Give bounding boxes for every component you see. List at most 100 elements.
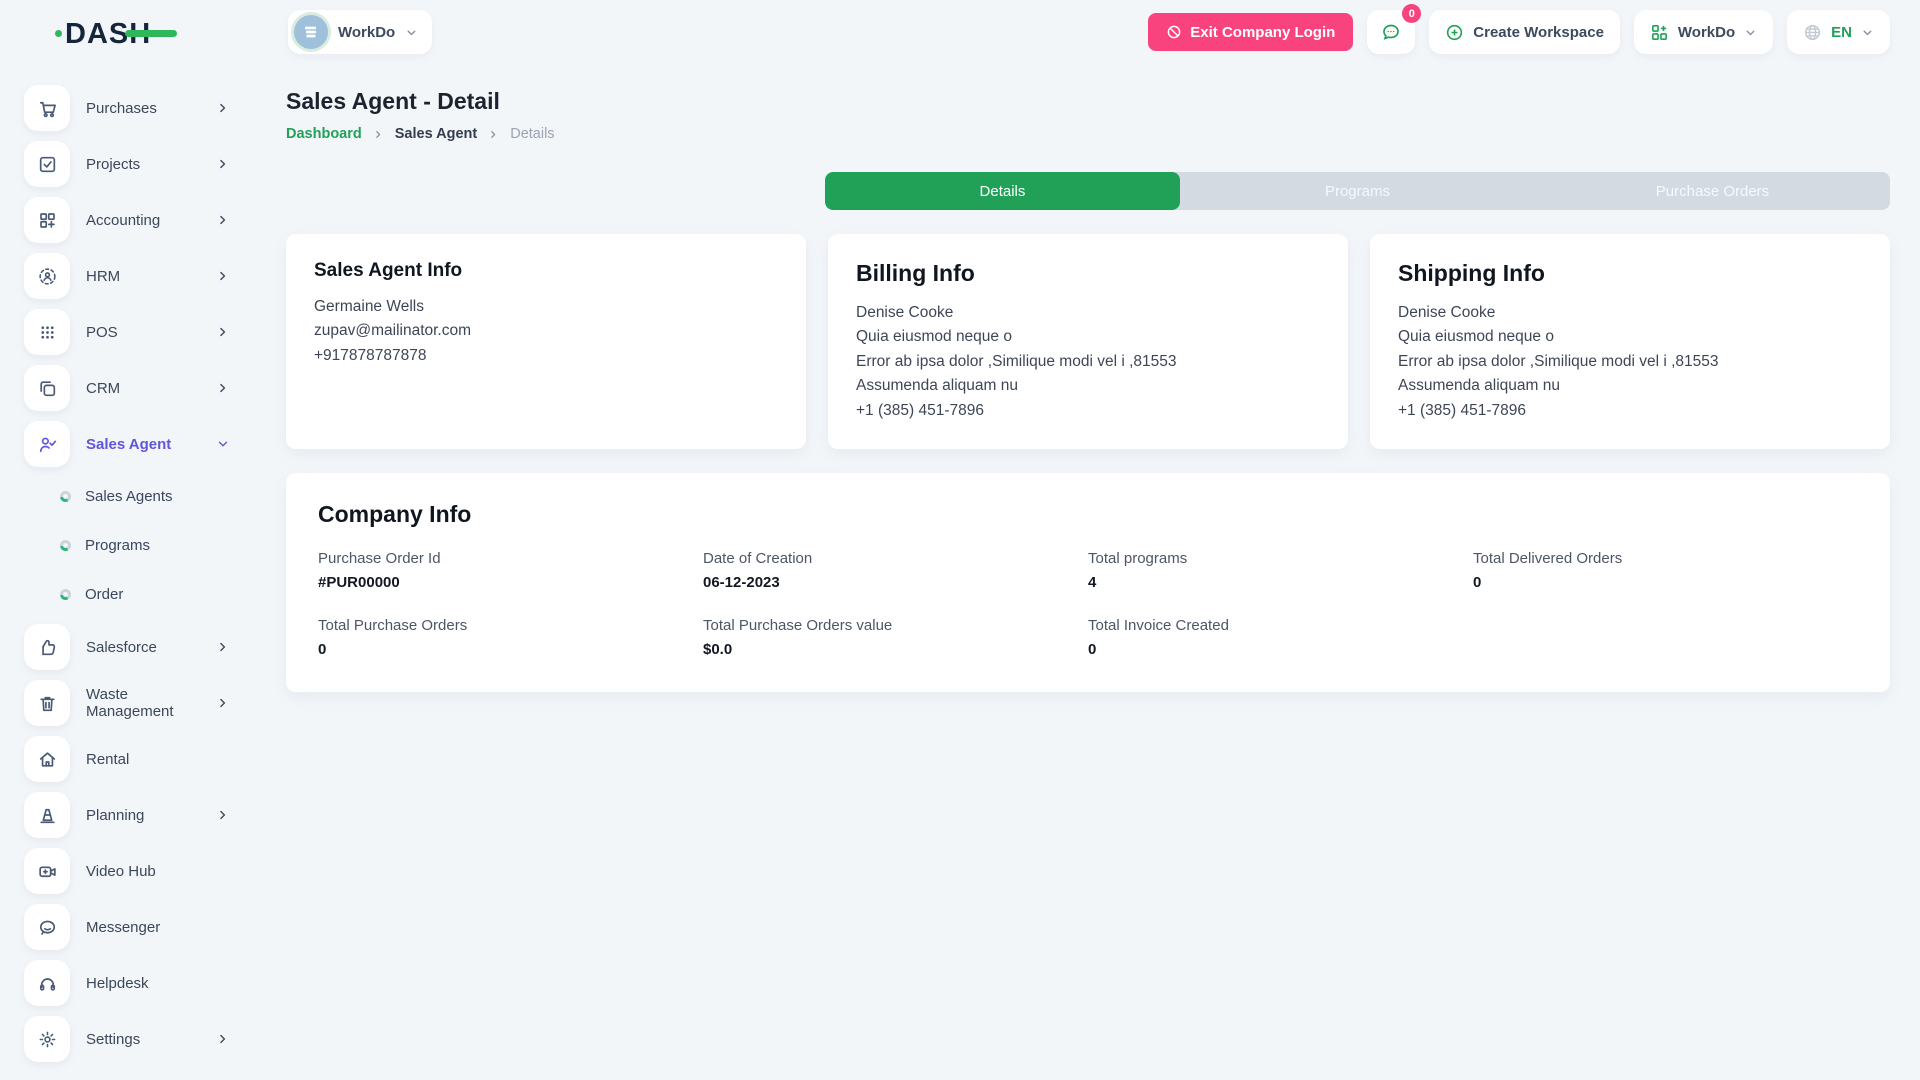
detail-tabs: Details Programs Purchase Orders bbox=[825, 172, 1890, 210]
info-cards-row: Sales Agent Info Germaine Wells zupav@ma… bbox=[286, 234, 1890, 449]
sidebar-item-label: Video Hub bbox=[86, 863, 230, 880]
sidebar-subitem-sales-agents[interactable]: Sales Agents bbox=[24, 472, 230, 521]
sidebar-item-salesforce[interactable]: Salesforce bbox=[24, 619, 230, 675]
chevron-right-icon bbox=[216, 808, 230, 822]
sidebar-subitem-programs[interactable]: Programs bbox=[24, 521, 230, 570]
submenu-bullet-icon bbox=[60, 491, 71, 502]
language-code: EN bbox=[1831, 24, 1852, 41]
card-title: Billing Info bbox=[856, 260, 1320, 287]
breadcrumb-dashboard-link[interactable]: Dashboard bbox=[286, 126, 362, 142]
sidebar-item-label: POS bbox=[86, 324, 200, 341]
field-value: 0 bbox=[318, 641, 703, 658]
tab-details[interactable]: Details bbox=[825, 172, 1180, 210]
company-info-grid: Purchase Order Id #PUR00000 Date of Crea… bbox=[318, 550, 1858, 658]
field-value: 06-12-2023 bbox=[703, 574, 1088, 591]
sidebar-subitem-order[interactable]: Order bbox=[24, 570, 230, 619]
chevron-right-icon bbox=[216, 325, 230, 339]
dash-logo-icon: DASH bbox=[55, 14, 180, 50]
chevron-right-icon bbox=[216, 269, 230, 283]
field-value: 4 bbox=[1088, 574, 1473, 591]
video-camera-icon bbox=[24, 848, 70, 894]
billing-address-line-1: Quia eiusmod neque o bbox=[856, 325, 1320, 349]
shipping-name: Denise Cooke bbox=[1398, 301, 1862, 325]
sidebar-item-waste-management[interactable]: Waste Management bbox=[24, 675, 230, 731]
exit-button-label: Exit Company Login bbox=[1190, 24, 1335, 41]
shipping-phone: +1 (385) 451-7896 bbox=[1398, 399, 1862, 423]
sidebar-item-label: Messenger bbox=[86, 919, 230, 936]
dots-grid-icon bbox=[24, 309, 70, 355]
sidebar-item-planning[interactable]: Planning bbox=[24, 787, 230, 843]
page-title: Sales Agent - Detail bbox=[286, 88, 1890, 115]
gear-icon bbox=[24, 1016, 70, 1062]
headphones-icon bbox=[24, 960, 70, 1006]
building-icon bbox=[302, 23, 320, 41]
sidebar-item-label: Sales Agent bbox=[86, 436, 200, 453]
field-label: Total programs bbox=[1088, 550, 1473, 567]
field-label: Total Purchase Orders value bbox=[703, 617, 1088, 634]
shipping-info-card: Shipping Info Denise Cooke Quia eiusmod … bbox=[1370, 234, 1890, 449]
sidebar-item-label: HRM bbox=[86, 268, 200, 285]
sidebar-item-sales-agent[interactable]: Sales Agent bbox=[24, 416, 230, 472]
chevron-right-icon bbox=[216, 1032, 230, 1046]
breadcrumb-sales-agent-link[interactable]: Sales Agent bbox=[395, 126, 477, 142]
shipping-address-line-3: Assumenda aliquam nu bbox=[1398, 374, 1862, 398]
create-workspace-button[interactable]: Create Workspace bbox=[1429, 10, 1620, 54]
sidebar-item-helpdesk[interactable]: Helpdesk bbox=[24, 955, 230, 1011]
create-workspace-label: Create Workspace bbox=[1473, 24, 1604, 41]
sidebar-item-purchases[interactable]: Purchases bbox=[24, 80, 230, 136]
field-total-invoice-created: Total Invoice Created 0 bbox=[1088, 617, 1473, 658]
workspace-switcher[interactable]: WorkDo bbox=[288, 10, 432, 54]
field-label: Total Delivered Orders bbox=[1473, 550, 1858, 567]
sidebar-item-rental[interactable]: Rental bbox=[24, 731, 230, 787]
billing-address-line-2: Error ab ipsa dolor ,Similique modi vel … bbox=[856, 350, 1320, 374]
sidebar-item-accounting[interactable]: Accounting bbox=[24, 192, 230, 248]
plus-circle-icon bbox=[1445, 23, 1464, 42]
workdo-menu-button[interactable]: WorkDo bbox=[1634, 10, 1773, 54]
breadcrumb-details: Details bbox=[510, 126, 554, 142]
sidebar-subitem-label: Order bbox=[85, 586, 123, 603]
person-check-icon bbox=[24, 421, 70, 467]
field-value: 0 bbox=[1088, 641, 1473, 658]
field-total-purchase-orders: Total Purchase Orders 0 bbox=[318, 617, 703, 658]
chevron-down-icon bbox=[405, 26, 418, 39]
sidebar-subitem-label: Sales Agents bbox=[85, 488, 173, 505]
sidebar-item-projects[interactable]: Projects bbox=[24, 136, 230, 192]
shipping-address-line-1: Quia eiusmod neque o bbox=[1398, 325, 1862, 349]
sidebar-item-messenger[interactable]: Messenger bbox=[24, 899, 230, 955]
agent-email: zupav@mailinator.com bbox=[314, 319, 778, 343]
chevron-down-icon bbox=[1861, 26, 1874, 39]
sidebar-item-pos[interactable]: POS bbox=[24, 304, 230, 360]
sidebar-item-label: CRM bbox=[86, 380, 200, 397]
tab-purchase-orders[interactable]: Purchase Orders bbox=[1535, 172, 1890, 210]
chevron-down-icon bbox=[216, 437, 230, 451]
card-title: Sales Agent Info bbox=[314, 260, 778, 282]
sidebar-item-video-hub[interactable]: Video Hub bbox=[24, 843, 230, 899]
workspace-name: WorkDo bbox=[338, 24, 395, 41]
grid-plus-icon bbox=[24, 197, 70, 243]
exit-company-login-button[interactable]: Exit Company Login bbox=[1148, 13, 1353, 51]
sidebar-item-label: Settings bbox=[86, 1031, 200, 1048]
field-value: $0.0 bbox=[703, 641, 1088, 658]
person-dashed-circle-icon bbox=[24, 253, 70, 299]
messages-button[interactable]: 0 bbox=[1367, 10, 1415, 54]
submenu-bullet-icon bbox=[60, 540, 71, 551]
field-value: #PUR00000 bbox=[318, 574, 703, 591]
sidebar-item-crm[interactable]: CRM bbox=[24, 360, 230, 416]
breadcrumb: Dashboard Sales Agent Details bbox=[286, 126, 1890, 142]
sidebar-item-label: Purchases bbox=[86, 100, 200, 117]
language-selector[interactable]: EN bbox=[1787, 10, 1890, 54]
globe-icon bbox=[1803, 23, 1822, 42]
tab-programs[interactable]: Programs bbox=[1180, 172, 1535, 210]
billing-phone: +1 (385) 451-7896 bbox=[856, 399, 1320, 423]
shipping-address-line-2: Error ab ipsa dolor ,Similique modi vel … bbox=[1398, 350, 1862, 374]
sidebar-item-hrm[interactable]: HRM bbox=[24, 248, 230, 304]
agent-phone: +917878787878 bbox=[314, 344, 778, 368]
sidebar-item-label: Waste Management bbox=[86, 686, 200, 720]
sidebar-item-settings[interactable]: Settings bbox=[24, 1011, 230, 1067]
topbar: DASH WorkDo Exit Company Login bbox=[0, 0, 1920, 64]
check-square-icon bbox=[24, 141, 70, 187]
overlap-squares-icon bbox=[24, 365, 70, 411]
brand-logo[interactable]: DASH bbox=[0, 14, 250, 50]
messages-count-badge: 0 bbox=[1402, 4, 1421, 23]
billing-address-line-3: Assumenda aliquam nu bbox=[856, 374, 1320, 398]
